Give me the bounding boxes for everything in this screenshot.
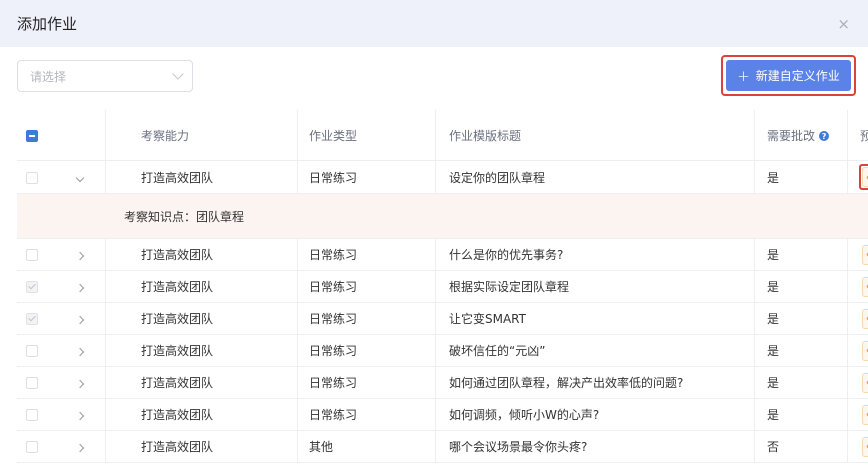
cell-review: 是	[754, 270, 848, 303]
cell-title: 哪个会议场景最令你头疼?	[435, 430, 755, 463]
cell-type: 日常练习	[297, 160, 436, 194]
add-assignment-dialog: 添加作业 × 请选择 + 新建自定义作业 考察能力 作业类型 作业模版标题 需要…	[0, 0, 868, 471]
row-checkbox[interactable]	[26, 313, 38, 325]
cell-ability: 打造高效团队	[105, 366, 298, 399]
cell-ability: 打造高效团队	[105, 334, 298, 367]
cell-review: 是	[754, 302, 848, 335]
chevron-right-icon[interactable]	[75, 251, 85, 260]
select-all-checkbox[interactable]	[26, 129, 38, 142]
cell-title: 让它变SMART	[435, 302, 755, 335]
cell-title: 根据实际设定团队章程	[435, 270, 755, 303]
row-detail: 考察知识点：团队章程	[17, 193, 868, 239]
cell-review: 是	[754, 366, 848, 399]
row-checkbox[interactable]	[26, 409, 38, 421]
cell-title: 如何通过团队章程，解决产出效率低的问题?	[435, 366, 755, 399]
close-icon[interactable]: ×	[837, 15, 850, 33]
cell-ability: 打造高效团队	[105, 430, 298, 463]
cell-ability: 打造高效团队	[105, 302, 298, 335]
chevron-right-icon[interactable]	[75, 315, 85, 324]
new-custom-assignment-button[interactable]: + 新建自定义作业	[726, 60, 851, 91]
new-button-highlight: + 新建自定义作业	[721, 55, 856, 96]
preview-highlight	[859, 164, 868, 190]
cell-review: 否	[754, 430, 848, 463]
new-button-label: 新建自定义作业	[755, 69, 840, 83]
select-placeholder: 请选择	[30, 69, 67, 84]
cell-type: 日常练习	[297, 334, 436, 367]
preview-eye-icon[interactable]	[862, 372, 868, 393]
cell-type: 日常练习	[297, 398, 436, 431]
preview-eye-icon[interactable]	[862, 436, 868, 457]
dialog-title: 添加作业	[17, 15, 78, 33]
cell-title: 设定你的团队章程	[435, 160, 755, 194]
help-icon[interactable]: ?	[819, 131, 830, 141]
row-checkbox[interactable]	[26, 377, 38, 389]
header-review: 需要批改	[767, 128, 816, 143]
chevron-right-icon[interactable]	[75, 379, 85, 388]
preview-eye-icon[interactable]	[862, 276, 868, 297]
cell-review: 是	[754, 398, 848, 431]
table-row: 打造高效团队 日常练习 根据实际设定团队章程是	[17, 270, 868, 303]
cell-type: 日常练习	[297, 366, 436, 399]
table-header-row: 考察能力 作业类型 作业模版标题 需要批改? 预览	[17, 110, 868, 161]
row-checkbox[interactable]	[26, 281, 38, 293]
header-preview: 预览	[847, 110, 868, 161]
toolbar: 请选择 + 新建自定义作业	[0, 47, 868, 110]
chevron-right-icon[interactable]	[75, 347, 85, 356]
cell-title: 破坏信任的“元凶”	[435, 334, 755, 367]
preview-eye-icon[interactable]	[862, 404, 868, 425]
row-checkbox[interactable]	[26, 171, 38, 184]
chevron-right-icon[interactable]	[75, 283, 85, 292]
table-row: 打造高效团队 日常练习 什么是你的优先事务? 是	[17, 238, 868, 271]
cell-review: 是	[754, 334, 848, 367]
assignment-table: 考察能力 作业类型 作业模版标题 需要批改? 预览 打造高效团队日常练习设定你的…	[17, 110, 868, 463]
cell-review: 是	[754, 238, 848, 271]
cell-type: 日常练习	[297, 238, 436, 271]
cell-type: 其他	[297, 430, 436, 463]
table-row: 打造高效团队 日常练习 如何调频，倾听小W的心声? 是	[17, 398, 868, 431]
table-row: 打造高效团队 日常练习 让它变SMART 是	[17, 302, 868, 335]
chevron-down-icon[interactable]	[75, 173, 85, 183]
table-row: 打造高效团队 日常练习 设定你的团队章程是	[17, 160, 868, 194]
row-checkbox[interactable]	[26, 441, 38, 453]
cell-type: 日常练习	[297, 270, 436, 303]
knowledge-point-text: 考察知识点：团队章程	[17, 193, 868, 239]
chevron-down-icon	[172, 68, 184, 80]
row-checkbox[interactable]	[26, 249, 38, 261]
table-row: 打造高效团队 日常练习 如何通过团队章程，解决产出效率低的问题? 是	[17, 366, 868, 399]
preview-eye-icon[interactable]	[862, 308, 868, 329]
chevron-right-icon[interactable]	[75, 443, 85, 452]
cell-review: 是	[754, 160, 848, 194]
cell-ability: 打造高效团队	[105, 238, 298, 271]
header-ability: 考察能力	[105, 110, 298, 161]
header-type: 作业类型	[297, 110, 436, 161]
plus-icon: +	[737, 66, 750, 85]
table-body: 打造高效团队 日常练习 设定你的团队章程是考察知识点：团队章程 打造高效团队 日常练习什…	[17, 160, 868, 463]
row-checkbox[interactable]	[26, 345, 38, 357]
cell-ability: 打造高效团队	[105, 398, 298, 431]
category-select[interactable]: 请选择	[17, 60, 193, 92]
cell-ability: 打造高效团队	[105, 270, 298, 303]
dialog-header: 添加作业 ×	[0, 0, 868, 47]
header-title: 作业模版标题	[435, 110, 755, 161]
table-row: 打造高效团队 其他 哪个会议场景最令你头疼? 否	[17, 430, 868, 463]
cell-ability: 打造高效团队	[105, 160, 298, 194]
cell-type: 日常练习	[297, 302, 436, 335]
cell-title: 什么是你的优先事务?	[435, 238, 755, 271]
preview-eye-icon[interactable]	[862, 340, 868, 361]
preview-eye-icon[interactable]	[862, 244, 868, 265]
chevron-right-icon[interactable]	[75, 411, 85, 420]
cell-title: 如何调频，倾听小W的心声?	[435, 398, 755, 431]
table-row: 打造高效团队 日常练习 破坏信任的“元凶” 是	[17, 334, 868, 367]
preview-eye-icon[interactable]	[862, 167, 868, 187]
